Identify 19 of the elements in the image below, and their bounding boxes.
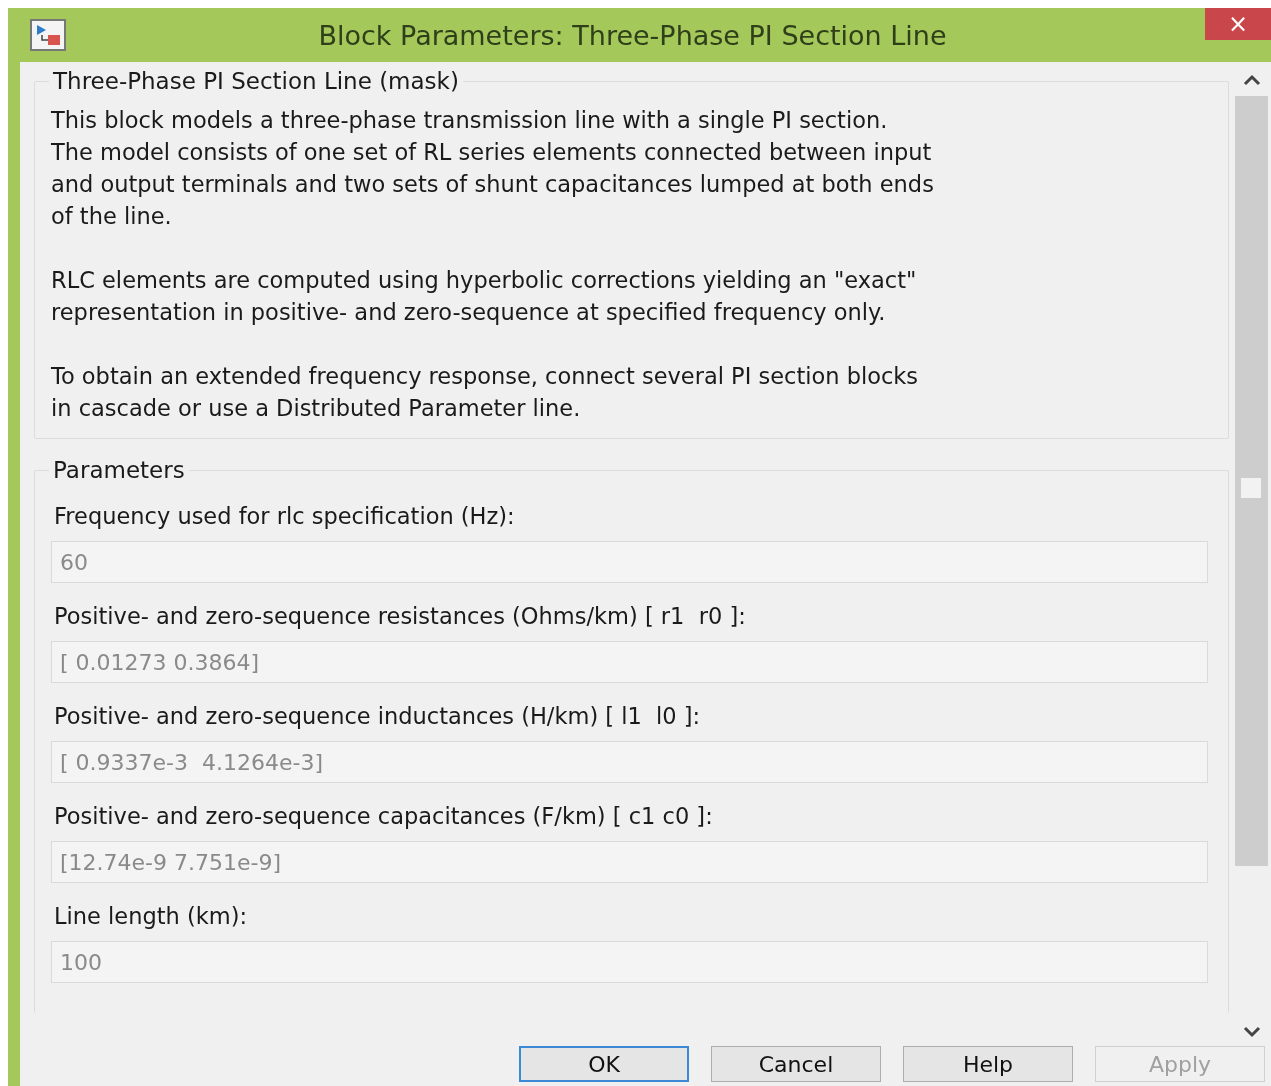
close-button[interactable]: ×	[1205, 8, 1271, 40]
block-diagram-icon	[30, 19, 66, 51]
group-title: Parameters	[52, 457, 186, 483]
scroll-down-icon[interactable]	[1241, 1026, 1262, 1038]
parameter-label: Line length (km):	[54, 903, 248, 929]
scrollbar-thumb[interactable]	[1235, 96, 1268, 866]
description-paragraph: This block models a three-phase transmission line with a single PI section. The model consists of one set of RL series elements connected between input and output terminals and two sets of shunt capacitances lumped at both ends of the line.	[51, 106, 935, 231]
dialog-button[interactable]: OK	[519, 1046, 689, 1082]
description-paragraph: RLC elements are computed using hyperbolic corrections yielding an "exact" representation in positive- and zero-sequence at specified frequency only.	[51, 266, 918, 327]
scroll-up-icon[interactable]	[1241, 74, 1262, 86]
dialog-button[interactable]: Cancel	[711, 1046, 881, 1082]
parameter-label: Frequency used for rlc specification (Hz):	[54, 503, 516, 529]
dialog-button[interactable]: Help	[903, 1046, 1073, 1082]
window-title: Block Parameters: Three-Phase PI Section Line	[317, 19, 948, 51]
parameter-label: Positive- and zero-sequence resistances (Ohms/km) [ r1 r0 ]:	[54, 603, 747, 629]
group-title: Three-Phase PI Section Line (mask)	[52, 68, 460, 94]
description-paragraph: To obtain an extended frequency response, connect several PI section blocks in cascade or use a Distributed Parameter line.	[51, 362, 920, 423]
parameter-label: Positive- and zero-sequence inductances (H/km) [ l1 l0 ]:	[54, 703, 702, 729]
parameter-label: Positive- and zero-sequence capacitances (F/km) [ c1 c0 ]:	[54, 803, 714, 829]
